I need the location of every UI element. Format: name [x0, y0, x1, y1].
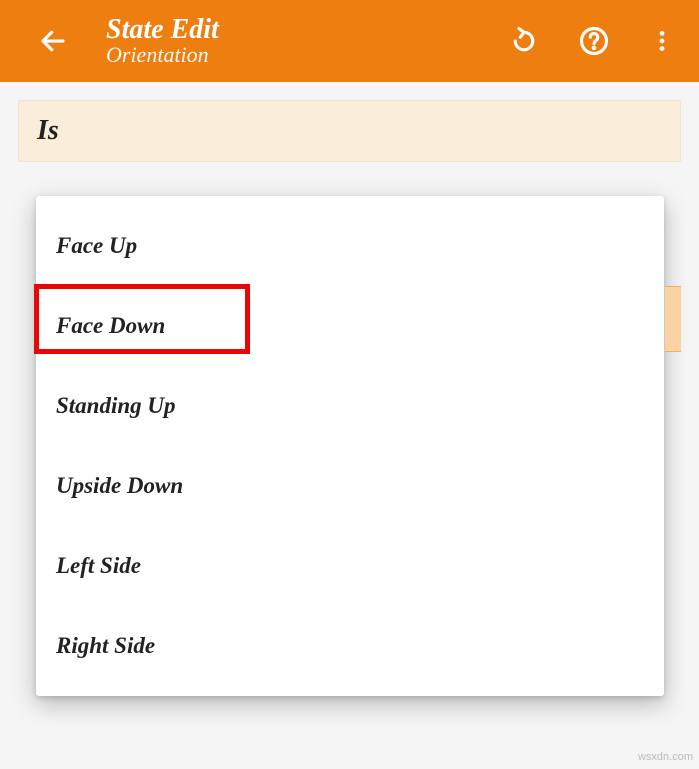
option-left-side[interactable]: Left Side [36, 526, 664, 606]
section-header[interactable]: Is [18, 100, 681, 162]
options-dropdown: Face Up Face Down Standing Up Upside Dow… [36, 196, 664, 696]
content-area: Is [0, 82, 699, 162]
option-face-up[interactable]: Face Up [36, 206, 664, 286]
undo-icon [509, 26, 539, 56]
arrow-back-icon [38, 26, 68, 56]
undo-button[interactable] [503, 20, 545, 62]
overflow-menu-button[interactable] [643, 22, 681, 60]
option-standing-up[interactable]: Standing Up [36, 366, 664, 446]
option-face-down[interactable]: Face Down [36, 286, 664, 366]
help-icon [579, 26, 609, 56]
section-label: Is [37, 115, 59, 146]
title-block: State Edit Orientation [106, 15, 503, 68]
action-bar [503, 20, 681, 62]
more-vert-icon [649, 28, 675, 54]
watermark: wsxdn.com [638, 751, 693, 763]
option-right-side[interactable]: Right Side [36, 606, 664, 686]
back-button[interactable] [30, 18, 76, 64]
page-title: State Edit [106, 15, 503, 46]
app-bar: State Edit Orientation [0, 0, 699, 82]
page-subtitle: Orientation [106, 43, 503, 67]
option-upside-down[interactable]: Upside Down [36, 446, 664, 526]
background-row-edge [665, 286, 681, 352]
help-button[interactable] [573, 20, 615, 62]
